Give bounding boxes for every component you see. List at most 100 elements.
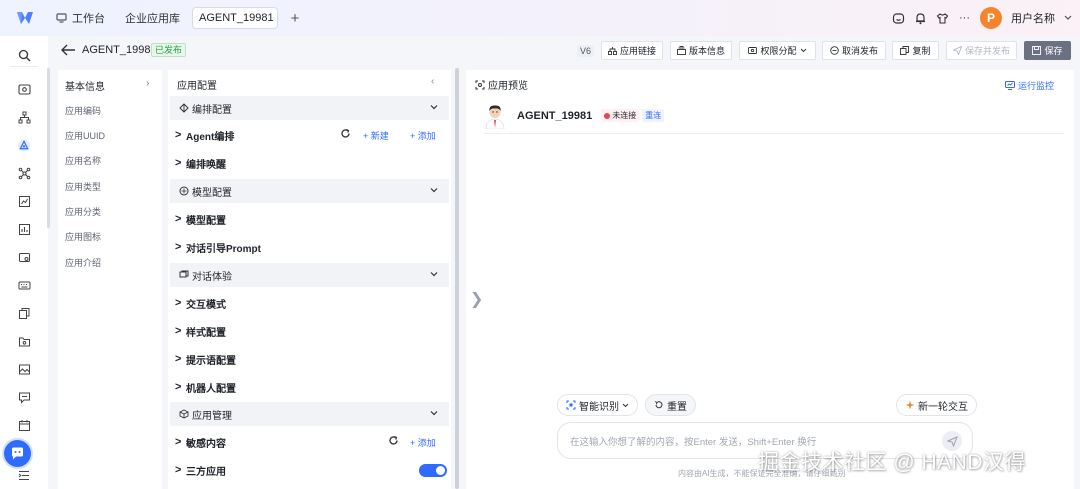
save-button[interactable]: 保存: [1024, 41, 1071, 60]
status-badge: 已发布: [151, 43, 187, 57]
agent-app-icon[interactable]: [17, 138, 31, 152]
add-button[interactable]: + 添加: [410, 436, 436, 449]
unpublish-button[interactable]: 取消发布: [822, 41, 886, 60]
report-icon[interactable]: [17, 222, 31, 236]
row-interaction-mode[interactable]: > 交互模式: [170, 290, 449, 316]
third-party-toggle[interactable]: [419, 464, 447, 477]
app-link-button[interactable]: 应用链接: [601, 41, 663, 60]
avatar[interactable]: P: [980, 7, 1002, 29]
row-hint-config[interactable]: > 提示语配置: [170, 346, 449, 372]
gallery-icon[interactable]: [17, 362, 31, 376]
cancel-circle-icon: [830, 46, 839, 55]
chart-icon[interactable]: [17, 194, 31, 208]
expand-panel-icon[interactable]: ❯: [470, 289, 483, 309]
config-scrollbar[interactable]: [455, 68, 459, 489]
org-tree-icon[interactable]: [17, 110, 31, 124]
info-item[interactable]: 应用UUID: [65, 129, 105, 142]
row-style-config[interactable]: > 样式配置: [170, 318, 449, 344]
more-icon[interactable]: ···: [958, 12, 971, 25]
search-icon[interactable]: [17, 48, 31, 62]
app-preview-header: 应用预览: [475, 77, 528, 92]
expand-arrow-icon: >: [175, 157, 182, 169]
shirt-icon[interactable]: [936, 12, 949, 25]
chevron-down-icon: [430, 411, 438, 416]
files-icon[interactable]: [17, 306, 31, 320]
reset-button[interactable]: 重置: [645, 394, 696, 416]
info-item[interactable]: 应用介绍: [65, 256, 101, 269]
refresh-icon[interactable]: [388, 435, 399, 446]
chevron-right-icon[interactable]: ›: [146, 78, 149, 89]
watermark: 掘金技术社区 @ HAND汉得: [758, 451, 1026, 474]
row-sensitive-content-label: 敏感内容: [186, 438, 226, 450]
new-button[interactable]: + 新建: [363, 129, 389, 142]
collapse-icon[interactable]: ‹: [431, 76, 434, 87]
add-button[interactable]: + 添加: [410, 129, 436, 142]
expand-arrow-icon: >: [175, 241, 182, 253]
assistant-fab[interactable]: [4, 440, 31, 467]
version-badge: V6: [577, 45, 595, 57]
info-item[interactable]: 应用类型: [65, 180, 101, 193]
add-tab-button[interactable]: +: [286, 10, 304, 27]
chevron-down-icon: [430, 272, 438, 277]
rail-scrollbar[interactable]: [47, 68, 50, 228]
model-icon: [179, 186, 189, 196]
row-robot-config-label: 机器人配置: [186, 383, 236, 395]
row-third-party-app-label: 三方应用: [186, 466, 226, 478]
expand-arrow-icon: >: [175, 436, 182, 448]
group-dialog-label: 对话体验: [192, 271, 232, 283]
calendar-icon[interactable]: [17, 418, 31, 432]
tab-enterprise-library-label: 企业应用库: [125, 13, 180, 25]
run-monitor-link[interactable]: 运行监控: [1004, 79, 1054, 92]
connection-status-label: 未连接: [612, 111, 637, 120]
tab-enterprise-library[interactable]: 企业应用库: [117, 7, 188, 29]
group-management[interactable]: 应用管理: [170, 402, 449, 426]
agent-header: AGENT_19981 未连接 重连: [484, 102, 1064, 134]
chevron-down-icon[interactable]: [1064, 15, 1072, 21]
send-icon: [946, 435, 958, 447]
scan-icon: [566, 400, 576, 410]
new-round-button[interactable]: 新一轮交互: [896, 394, 977, 416]
row-agent-orchestration-label: Agent编排: [186, 131, 235, 143]
info-item[interactable]: 应用编码: [65, 104, 101, 117]
info-item[interactable]: 应用图标: [65, 230, 101, 243]
version-info-button[interactable]: 版本信息: [670, 41, 732, 60]
home-icon[interactable]: [892, 12, 905, 25]
group-orchestration[interactable]: 编排配置: [170, 96, 449, 120]
reconnect-button[interactable]: 重连: [642, 109, 665, 122]
bell-icon[interactable]: [914, 12, 927, 25]
info-item[interactable]: 应用名称: [65, 154, 101, 167]
row-orchestration-wake[interactable]: > 编排唤醒: [170, 150, 449, 176]
expand-arrow-icon: >: [175, 213, 182, 225]
save-publish-button[interactable]: 保存并发布: [946, 41, 1017, 60]
smart-recognition-dropdown[interactable]: 智能识别: [557, 394, 638, 416]
agent-name: AGENT_19981: [517, 109, 593, 122]
group-dialog[interactable]: 对话体验: [170, 263, 449, 287]
preview-icon: [475, 80, 485, 89]
tab-agent[interactable]: AGENT_19981: [192, 7, 278, 29]
tab-workbench[interactable]: 工作台: [48, 7, 113, 29]
row-model-config[interactable]: > 模型配置: [170, 206, 449, 232]
menu-collapse-icon[interactable]: [17, 468, 31, 482]
row-third-party-app[interactable]: > 三方应用: [170, 457, 449, 483]
save-publish-label: 保存并发布: [964, 46, 1010, 56]
row-dialog-prompt[interactable]: > 对话引导Prompt: [170, 234, 449, 260]
top-bar: 工作台 企业应用库 AGENT_19981 + ··· P 用户名称: [0, 0, 1080, 36]
copy-button[interactable]: 复制: [892, 41, 939, 60]
group-model[interactable]: 模型配置: [170, 179, 449, 203]
keyboard-icon[interactable]: [17, 278, 31, 292]
row-interaction-mode-label: 交互模式: [186, 299, 226, 311]
permission-button[interactable]: 权限分配: [739, 41, 816, 60]
message-icon[interactable]: [17, 390, 31, 404]
folder-icon[interactable]: [17, 334, 31, 348]
row-agent-orchestration[interactable]: > Agent编排 + 新建 + 添加: [170, 122, 449, 148]
user-name[interactable]: 用户名称: [1011, 10, 1055, 26]
info-item[interactable]: 应用分类: [65, 205, 101, 218]
database-icon[interactable]: [17, 250, 31, 264]
dashboard-icon[interactable]: [17, 82, 31, 96]
row-robot-config[interactable]: > 机器人配置: [170, 374, 449, 400]
app-logo-icon[interactable]: [16, 10, 34, 26]
back-arrow-icon[interactable]: [60, 44, 76, 56]
network-icon[interactable]: [17, 166, 31, 180]
refresh-icon[interactable]: [340, 128, 351, 139]
row-sensitive-content[interactable]: > 敏感内容 + 添加: [170, 429, 449, 455]
